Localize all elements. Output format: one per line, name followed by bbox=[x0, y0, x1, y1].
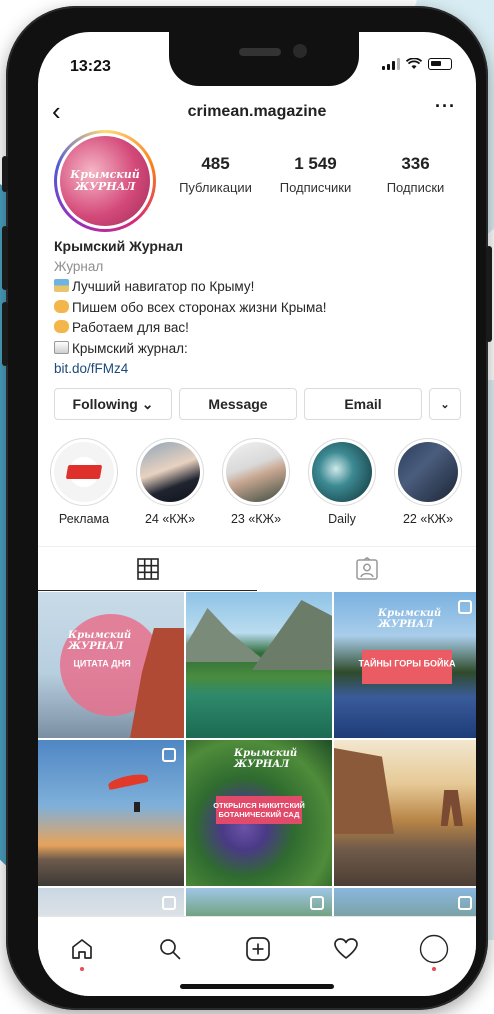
post-thumbnail[interactable]: Крымский ЖУРНАЛ ЦИТАТА ДНЯ bbox=[38, 592, 184, 738]
camera bbox=[293, 44, 307, 58]
highlight-item[interactable]: 24 «КЖ» bbox=[132, 438, 208, 526]
post-thumbnail[interactable] bbox=[186, 592, 332, 738]
nav-profile[interactable] bbox=[414, 931, 454, 971]
post-caption: ТАЙНЫ ГОРЫ БОЙКА bbox=[358, 658, 456, 669]
post-brand: Крымский ЖУРНАЛ bbox=[68, 630, 132, 652]
volume-up-button bbox=[2, 226, 8, 290]
profile-header: ‹ crimean.magazine ··· bbox=[38, 94, 476, 130]
profile-actions: Following ⌄ Message Email ⌄ bbox=[54, 388, 464, 420]
rock-hand-emoji-icon bbox=[54, 320, 69, 333]
post-thumbnail[interactable]: Крымский ЖУРНАЛ ТАЙНЫ ГОРЫ БОЙКА bbox=[334, 592, 476, 738]
post-brand: Крымский ЖУРНАЛ bbox=[234, 748, 298, 770]
message-button[interactable]: Message bbox=[179, 388, 297, 420]
profile-tabs bbox=[38, 546, 476, 591]
mute-switch bbox=[2, 156, 8, 192]
profile-bio: Крымский Журнал Журнал Лучший навигатор … bbox=[54, 236, 464, 380]
status-icons bbox=[382, 58, 452, 70]
grid-icon bbox=[136, 557, 159, 580]
more-options-icon[interactable]: ··· bbox=[435, 96, 456, 117]
carousel-icon bbox=[162, 748, 176, 762]
profile-category: Журнал bbox=[54, 258, 104, 274]
notification-dot bbox=[80, 967, 84, 971]
email-button[interactable]: Email bbox=[304, 388, 422, 420]
post-thumbnail[interactable]: Крымский ЖУРНАЛ ОТКРЫЛСЯ НИКИТСКИЙ БОТАН… bbox=[186, 740, 332, 886]
back-icon[interactable]: ‹ bbox=[52, 96, 61, 127]
screen: 13:23 ‹ crimean.magazine ··· Крымский ЖУ… bbox=[38, 32, 476, 996]
highlight-cover bbox=[226, 442, 286, 502]
highlight-item[interactable]: Реклама bbox=[46, 438, 122, 526]
nav-search[interactable] bbox=[150, 931, 190, 967]
wifi-icon bbox=[406, 58, 422, 69]
avatar-logo: Крымский ЖУРНАЛ bbox=[60, 136, 150, 226]
search-icon bbox=[160, 939, 181, 960]
speaker bbox=[239, 48, 281, 56]
power-button bbox=[486, 246, 492, 342]
carousel-icon bbox=[162, 896, 176, 910]
bio-line: Лучший навигатор по Крыму! bbox=[54, 277, 464, 298]
tab-grid[interactable] bbox=[38, 547, 257, 591]
highlight-label: Реклама bbox=[58, 512, 110, 526]
nav-activity[interactable] bbox=[326, 931, 366, 967]
following-button[interactable]: Following ⌄ bbox=[54, 388, 172, 420]
profile-stats: 485 Публикации 1 549 Подписчики 336 Подп… bbox=[168, 154, 463, 195]
status-time: 13:23 bbox=[70, 58, 111, 75]
phone-frame: 13:23 ‹ crimean.magazine ··· Крымский ЖУ… bbox=[2, 6, 492, 1010]
posts-count[interactable]: 485 Публикации bbox=[168, 154, 263, 195]
highlight-item[interactable]: Daily bbox=[304, 438, 380, 526]
newspaper-emoji-icon bbox=[54, 340, 69, 354]
highlight-label: 23 «КЖ» bbox=[230, 512, 282, 526]
highlight-item[interactable]: 23 «КЖ» bbox=[218, 438, 294, 526]
post-brand: Крымский ЖУРНАЛ bbox=[378, 608, 442, 630]
profile-name: Крымский Журнал bbox=[54, 238, 184, 254]
highlight-cover bbox=[54, 442, 114, 502]
highlight-item[interactable]: 22 «КЖ» bbox=[390, 438, 466, 526]
carousel-icon bbox=[310, 896, 324, 910]
story-highlights: Реклама 24 «КЖ» 23 «КЖ» Daily 22 «КЖ» bbox=[38, 438, 476, 538]
bio-line: Работаем для вас! bbox=[54, 318, 464, 339]
following-count[interactable]: 336 Подписки bbox=[368, 154, 463, 195]
home-indicator bbox=[180, 984, 334, 989]
profile-avatar[interactable]: Крымский ЖУРНАЛ bbox=[54, 130, 156, 232]
post-thumbnail[interactable] bbox=[334, 740, 476, 886]
pointing-hand-emoji-icon bbox=[54, 299, 69, 313]
highlight-label: 24 «КЖ» bbox=[144, 512, 196, 526]
volume-down-button bbox=[2, 302, 8, 366]
beach-emoji-icon bbox=[54, 279, 69, 292]
post-caption: ЦИТАТА ДНЯ bbox=[73, 658, 131, 669]
nav-new-post[interactable] bbox=[238, 931, 278, 967]
profile-username: crimean.magazine bbox=[187, 103, 327, 120]
heart-icon bbox=[334, 938, 358, 959]
highlight-cover bbox=[398, 442, 458, 502]
tab-tagged[interactable] bbox=[257, 547, 476, 591]
suggested-dropdown-button[interactable]: ⌄ bbox=[429, 388, 461, 420]
profile-avatar-icon bbox=[419, 934, 449, 964]
nav-home[interactable] bbox=[62, 931, 102, 971]
highlight-label: Daily bbox=[328, 512, 356, 526]
signal-icon bbox=[382, 58, 400, 70]
highlight-cover bbox=[140, 442, 200, 502]
highlight-label: 22 «КЖ» bbox=[402, 512, 454, 526]
profile-link[interactable]: bit.do/fFMz4 bbox=[54, 359, 464, 380]
home-icon bbox=[72, 939, 92, 959]
bio-line: Крымский журнал: bbox=[54, 339, 464, 360]
bio-line: Пишем обо всех сторонах жизни Крыма! bbox=[54, 298, 464, 319]
tagged-icon bbox=[355, 557, 378, 580]
notification-dot bbox=[432, 967, 436, 971]
add-post-icon bbox=[246, 937, 270, 961]
notch bbox=[169, 32, 359, 86]
post-caption: ОТКРЫЛСЯ НИКИТСКИЙ БОТАНИЧЕСКИЙ САД bbox=[213, 801, 305, 819]
battery-icon bbox=[428, 58, 452, 70]
highlight-cover bbox=[312, 442, 372, 502]
post-thumbnail[interactable] bbox=[38, 740, 184, 886]
carousel-icon bbox=[458, 896, 472, 910]
followers-count[interactable]: 1 549 Подписчики bbox=[268, 154, 363, 195]
